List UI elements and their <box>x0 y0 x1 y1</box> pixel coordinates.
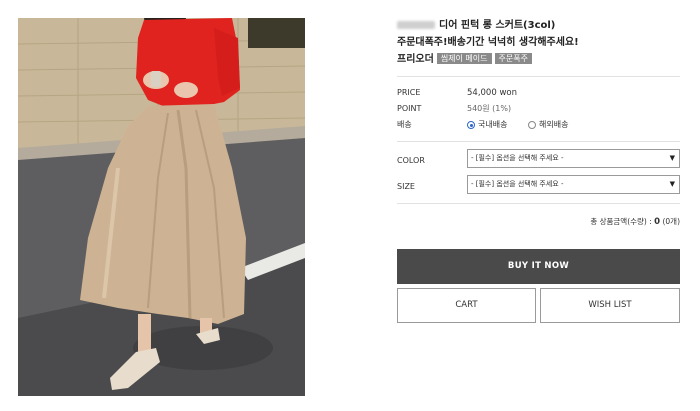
point-row: POINT 540원 (1%) <box>397 101 680 117</box>
wish-list-button[interactable]: WISH LIST <box>540 288 680 323</box>
size-select-value: - [필수] 옵션을 선택해 주세요 - <box>471 180 564 188</box>
radio-unselected-icon[interactable] <box>528 121 536 129</box>
preorder-line: 프리오더 씸제이 메이드 주문폭주 <box>397 51 680 69</box>
shipping-option-overseas[interactable]: 해외배송 <box>528 120 568 129</box>
buy-now-button[interactable]: BUY IT NOW <box>397 249 680 284</box>
size-select[interactable]: - [필수] 옵션을 선택해 주세요 - ▼ <box>467 175 680 194</box>
product-subtitle: 주문대폭주!배송기간 넉넉히 생각해주세요! <box>397 37 579 48</box>
point-value: 540원 (1%) <box>467 104 512 113</box>
color-select-value: - [필수] 옵션을 선택해 주세요 - <box>471 154 564 162</box>
badge-order-rush: 주문폭주 <box>494 53 532 64</box>
product-title-text: 디어 핀턱 롱 스커트(3col) <box>439 20 556 31</box>
shipping-label: 배송 <box>397 120 412 129</box>
preorder-label: 프리오더 <box>397 54 434 65</box>
shipping-radio-group: 국내배송 해외배송 <box>467 117 586 133</box>
blurred-brand-name <box>397 21 435 29</box>
price-row: PRICE 54,000 won <box>397 85 680 101</box>
badge-made: 씸제이 메이드 <box>436 53 492 64</box>
price-value: 54,000 won <box>467 88 517 98</box>
shipping-row: 배송 국내배송 해외배송 <box>397 117 680 133</box>
dropdown-arrow-icon: ▼ <box>669 180 675 188</box>
point-label: POINT <box>397 104 422 113</box>
product-info-panel: 디어 핀턱 롱 스커트(3col) 주문대폭주!배송기간 넉넉히 생각해주세요!… <box>397 18 680 323</box>
dropdown-arrow-icon: ▼ <box>669 154 675 162</box>
size-option-row: SIZE - [필수] 옵션을 선택해 주세요 - ▼ <box>397 175 680 201</box>
total-qty: (0개) <box>662 217 680 226</box>
product-image <box>18 18 305 396</box>
radio-selected-icon[interactable] <box>467 121 475 129</box>
color-select[interactable]: - [필수] 옵션을 선택해 주세요 - ▼ <box>467 149 680 168</box>
color-option-row: COLOR - [필수] 옵션을 선택해 주세요 - ▼ <box>397 149 680 175</box>
total-label: 총 상품금액(수량) : <box>590 217 652 226</box>
price-label: PRICE <box>397 88 421 97</box>
size-label: SIZE <box>397 182 415 191</box>
total-amount: 0 <box>654 217 661 227</box>
shipping-option-domestic[interactable]: 국내배송 <box>467 120 507 129</box>
cart-button[interactable]: CART <box>397 288 536 323</box>
total-price: 총 상품금액(수량) : 0 (0개) <box>397 213 680 231</box>
product-title: 디어 핀턱 롱 스커트(3col) <box>397 18 680 34</box>
color-label: COLOR <box>397 156 425 165</box>
